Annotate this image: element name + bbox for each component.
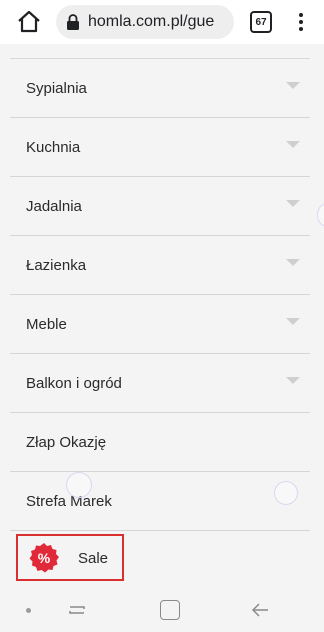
menu-item-lazienka[interactable]: Łazienka — [10, 236, 310, 295]
chevron-down-icon[interactable] — [286, 200, 300, 207]
menu-item-label: Balkon i ogród — [26, 374, 122, 392]
menu-item-sale[interactable]: % Sale — [16, 534, 124, 581]
menu-item-label: Jadalnia — [26, 197, 82, 215]
menu-item-label: Sypialnia — [26, 79, 87, 97]
recents-icon[interactable] — [66, 600, 88, 620]
menu-item-sypialnia[interactable]: Sypialnia — [10, 59, 310, 118]
home-icon[interactable] — [16, 9, 42, 35]
chevron-down-icon[interactable] — [286, 141, 300, 148]
nav-dot-icon — [26, 608, 31, 613]
browser-toolbar: homla.com.pl/gue 67 — [0, 0, 324, 44]
touch-indicator — [66, 472, 92, 498]
more-vert-icon[interactable] — [296, 10, 306, 34]
menu-item-kuchnia[interactable]: Kuchnia — [10, 118, 310, 177]
tab-count: 67 — [255, 16, 267, 28]
home-square-icon[interactable] — [160, 600, 180, 620]
address-bar[interactable]: homla.com.pl/gue — [56, 5, 234, 39]
touch-indicator — [274, 481, 298, 505]
chevron-down-icon[interactable] — [286, 377, 300, 384]
menu-item-balkon-i-ogrod[interactable]: Balkon i ogród — [10, 354, 310, 413]
back-arrow-icon[interactable] — [250, 600, 270, 620]
menu-item-strefa-marek[interactable]: Strefa Marek — [10, 472, 310, 531]
menu-item-meble[interactable]: Meble — [10, 295, 310, 354]
lock-icon — [67, 14, 79, 30]
percent-badge-icon: % — [29, 543, 59, 573]
menu-item-label: Strefa Marek — [26, 492, 112, 510]
tabs-button[interactable]: 67 — [250, 11, 272, 33]
chevron-down-icon[interactable] — [286, 82, 300, 89]
sale-label: Sale — [78, 550, 109, 567]
url-text: homla.com.pl/gue — [88, 13, 215, 30]
menu-item-jadalnia[interactable]: Jadalnia — [10, 177, 310, 236]
svg-text:%: % — [38, 550, 51, 566]
category-menu: Sypialnia Kuchnia Jadalnia Łazienka Mebl… — [10, 59, 310, 531]
menu-item-label: Złap Okazję — [26, 433, 107, 451]
touch-indicator — [317, 204, 324, 226]
chevron-down-icon[interactable] — [286, 259, 300, 266]
menu-item-label: Kuchnia — [26, 138, 81, 156]
system-nav-bar — [0, 588, 324, 632]
menu-item-label: Meble — [26, 315, 67, 333]
menu-item-label: Łazienka — [26, 256, 87, 274]
chevron-down-icon[interactable] — [286, 318, 300, 325]
menu-item-zlap-okazje[interactable]: Złap Okazję — [10, 413, 310, 472]
